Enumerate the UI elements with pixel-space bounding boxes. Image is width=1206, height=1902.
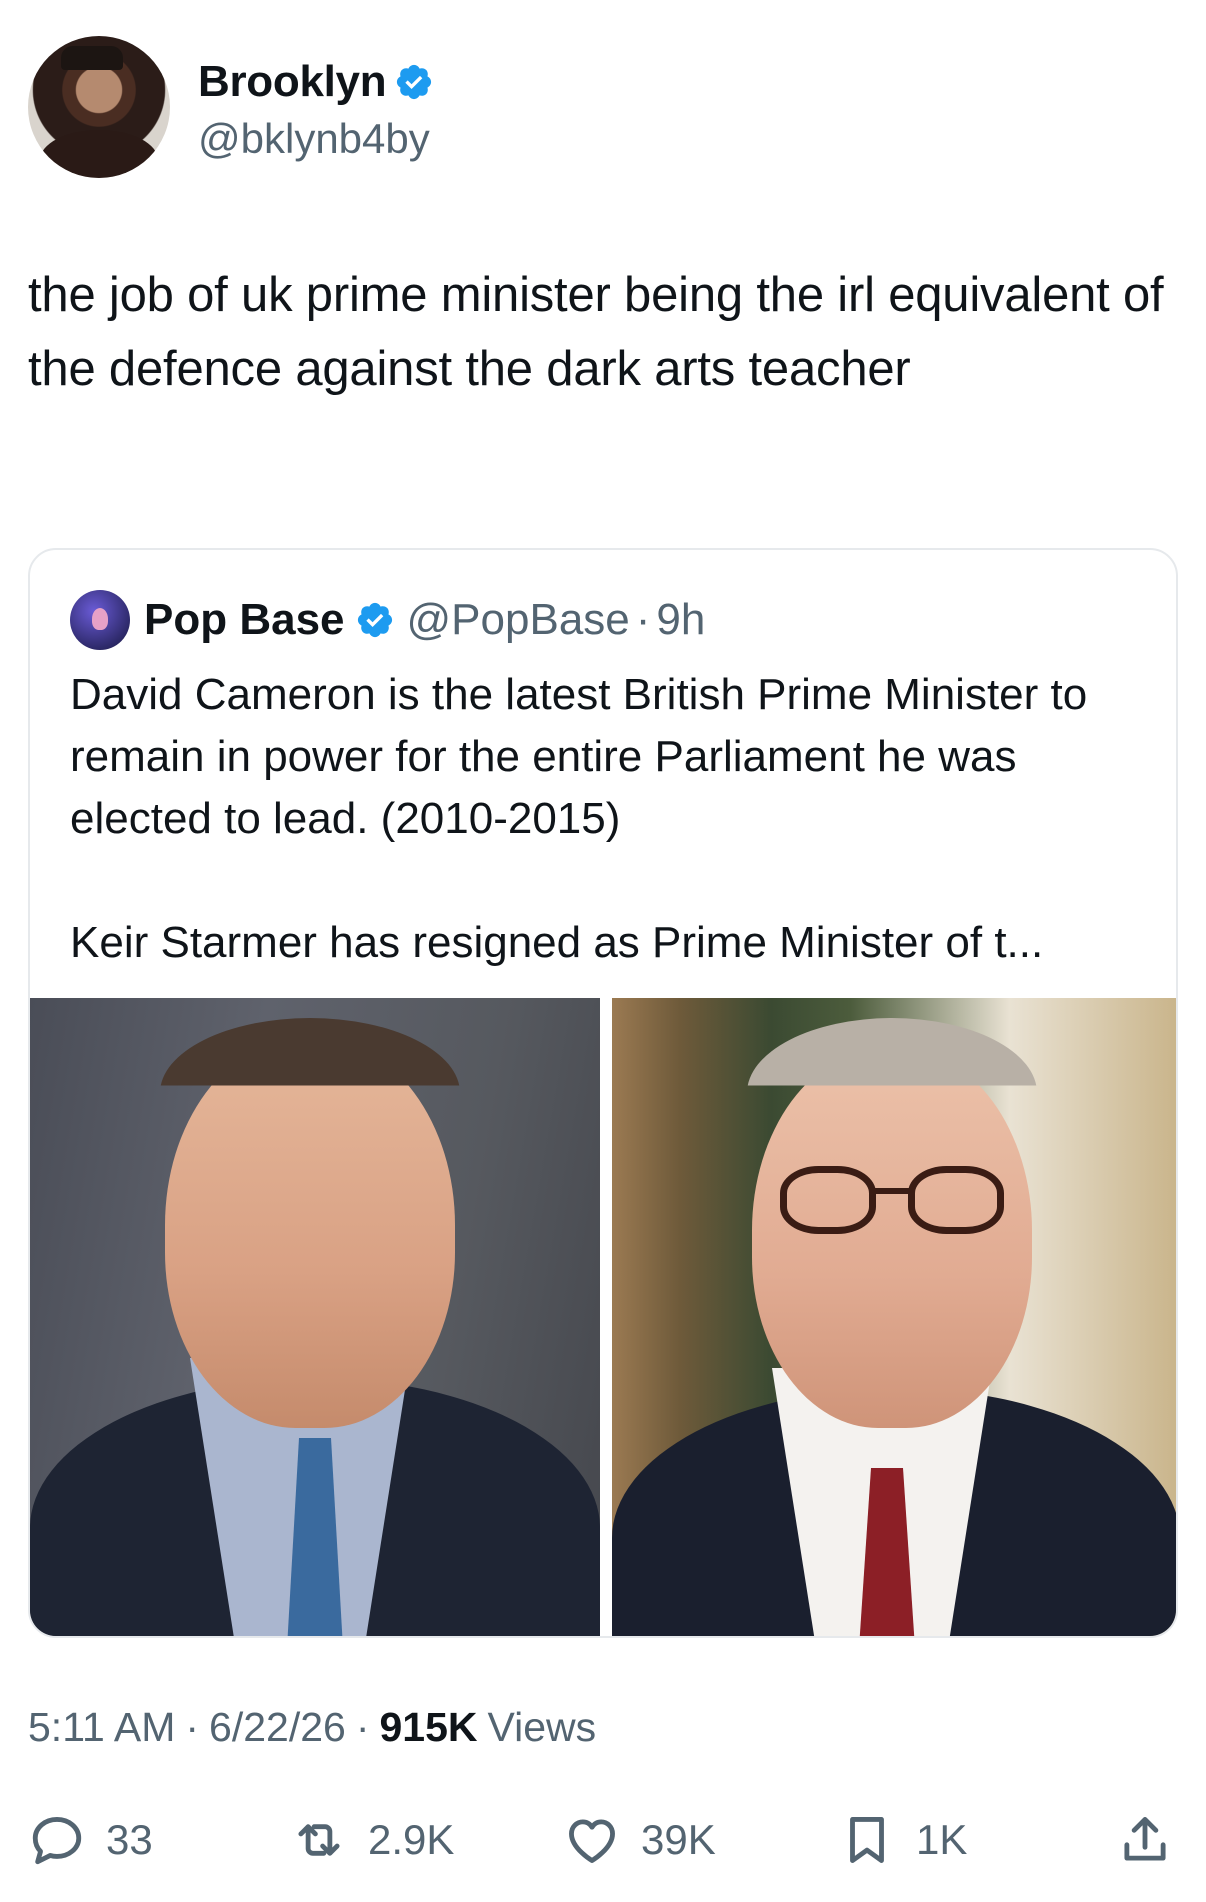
retweet-icon [298, 1824, 340, 1856]
photo-left[interactable] [30, 998, 600, 1636]
action-bar: 33 2.9K 39K 1K [28, 1800, 1178, 1880]
tweet-header: Brooklyn @bklynb4by [28, 36, 434, 178]
meta-separator: · [185, 1704, 200, 1750]
quoted-time: 9h [656, 595, 706, 644]
photo-right-glasses-shape [780, 1166, 1004, 1236]
like-count: 39K [641, 1816, 716, 1863]
author-avatar[interactable] [28, 36, 170, 178]
retweet-button[interactable]: 2.9K [290, 1811, 454, 1869]
quoted-media-grid [30, 998, 1176, 1636]
photo-left-face-shape [165, 1038, 455, 1428]
bookmark-button[interactable]: 1K [838, 1811, 967, 1869]
share-button[interactable] [1116, 1811, 1174, 1869]
tweet-text: the job of uk prime minister being the i… [28, 268, 1164, 396]
reply-icon [32, 1817, 82, 1865]
tweet-date: 6/22/26 [209, 1704, 346, 1750]
author-handle[interactable]: @bklynb4by [198, 115, 434, 163]
photo-right[interactable] [612, 998, 1176, 1636]
quoted-author-name: Pop Base [144, 595, 345, 644]
like-button[interactable]: 39K [563, 1811, 716, 1869]
tweet-time: 5:11 AM [28, 1704, 176, 1750]
quoted-separator: · [635, 595, 651, 644]
quoted-verified-badge-icon [357, 602, 392, 638]
author-names: Brooklyn @bklynb4by [198, 51, 434, 163]
quoted-tweet-header: Pop Base @PopBase · 9h [70, 588, 705, 652]
tweet-meta: 5:11 AM · 6/22/26 · 915K Views [28, 1704, 596, 1751]
media-gap [600, 998, 612, 1636]
avatar-shirt-shape [40, 130, 158, 178]
views-label: Views [487, 1704, 597, 1750]
avatar-hat-shape [61, 46, 123, 70]
views-count: 915K [379, 1704, 478, 1750]
bookmark-count: 1K [916, 1816, 968, 1863]
quoted-tweet-card[interactable]: Pop Base @PopBase · 9h David Cameron is … [28, 548, 1178, 1638]
photo-right-face-shape [752, 1048, 1032, 1428]
reply-count: 33 [106, 1816, 153, 1863]
bookmark-icon [850, 1817, 884, 1863]
author-display-name[interactable]: Brooklyn [198, 57, 387, 107]
verified-badge-icon [397, 64, 432, 100]
quoted-author-handle: @PopBase [406, 595, 630, 644]
display-name-row: Brooklyn [198, 51, 434, 113]
heart-icon [569, 1819, 615, 1863]
share-icon [1124, 1817, 1166, 1861]
reply-button[interactable]: 33 [28, 1811, 153, 1869]
quoted-tweet-text: David Cameron is the latest British Prim… [70, 664, 1150, 974]
quoted-paragraph-1: David Cameron is the latest British Prim… [70, 670, 1088, 843]
retweet-count: 2.9K [368, 1816, 455, 1863]
quoted-paragraph-2: Keir Starmer has resigned as Prime Minis… [70, 918, 1044, 967]
meta-separator: · [355, 1704, 370, 1750]
quoted-author-avatar [70, 590, 130, 650]
